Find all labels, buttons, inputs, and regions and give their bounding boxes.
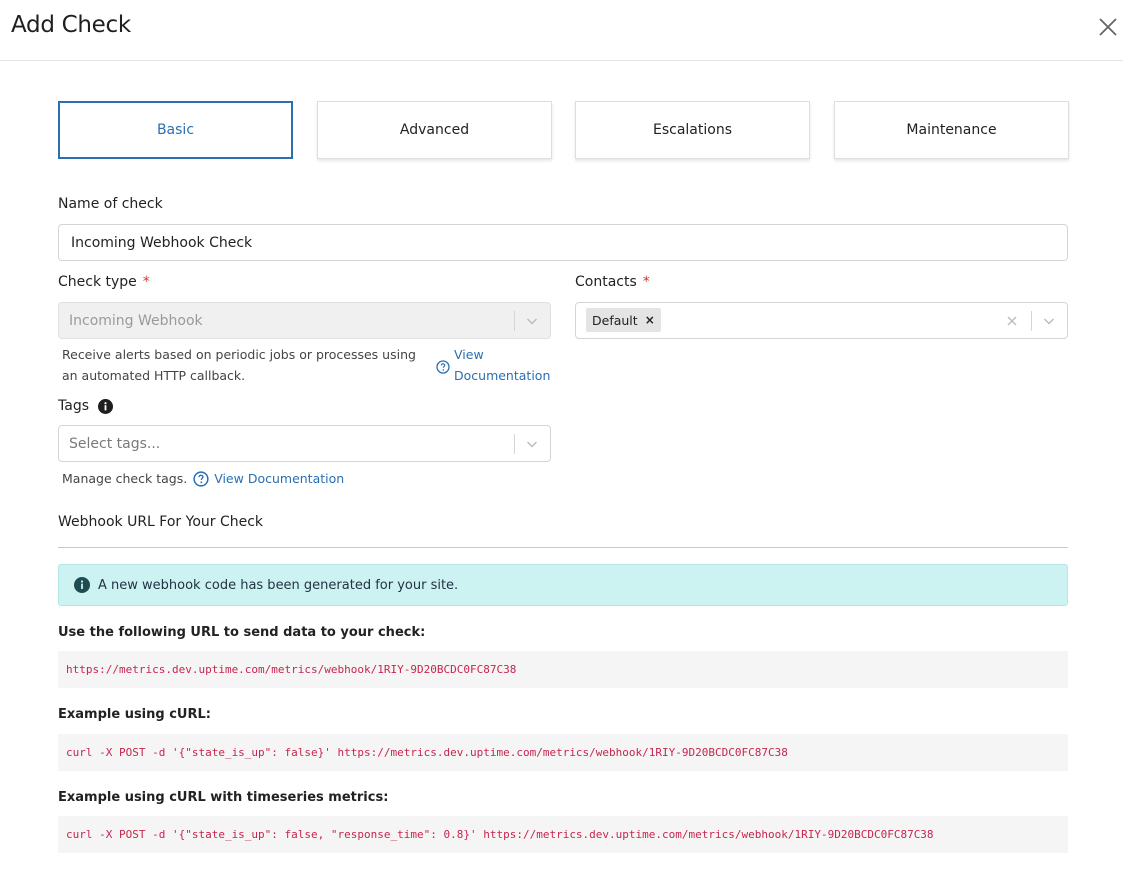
- tags-help: Manage check tags. View Documentation: [62, 468, 344, 489]
- chevron-down-icon: [1043, 318, 1055, 325]
- curl-ts-example-label: Example using cURL with timeseries metri…: [58, 790, 389, 805]
- dialog-header: Add Check: [0, 0, 1123, 61]
- tab-advanced[interactable]: Advanced: [317, 101, 552, 159]
- curl-ts-example-text: curl -X POST -d '{"state_is_up": false, …: [66, 828, 934, 841]
- tab-escalations-label: Escalations: [653, 122, 732, 138]
- check-type-label-text: Check type: [58, 274, 137, 290]
- tab-basic[interactable]: Basic: [58, 101, 293, 159]
- tab-maintenance[interactable]: Maintenance: [834, 101, 1069, 159]
- tab-advanced-label: Advanced: [399, 122, 470, 138]
- check-type-help-text: Receive alerts based on periodic jobs or…: [62, 347, 416, 383]
- name-of-check-value: Incoming Webhook Check: [71, 234, 253, 251]
- dialog-title: Add Check: [11, 12, 131, 38]
- name-of-check-input[interactable]: Incoming Webhook Check: [58, 224, 1068, 261]
- select-separator: [514, 434, 515, 454]
- question-circle-icon: [436, 356, 450, 375]
- tab-escalations[interactable]: Escalations: [575, 101, 810, 159]
- tags-label: Tags: [58, 398, 113, 414]
- contacts-label-text: Contacts: [575, 274, 637, 290]
- tags-label-text: Tags: [58, 398, 89, 414]
- info-icon: [98, 398, 113, 414]
- chevron-down-icon: [526, 318, 538, 325]
- clear-icon[interactable]: [1006, 315, 1018, 327]
- check-type-label: Check type *: [58, 274, 150, 290]
- curl-example-code[interactable]: curl -X POST -d '{"state_is_up": false}'…: [58, 734, 1068, 771]
- check-type-doc-link[interactable]: View Documentation: [454, 344, 550, 386]
- curl-example-text: curl -X POST -d '{"state_is_up": false}'…: [66, 746, 788, 759]
- contact-chip-label: Default: [592, 312, 638, 328]
- section-divider: [58, 547, 1068, 548]
- required-mark: *: [642, 274, 650, 290]
- doc-link-line2: Documentation: [454, 368, 551, 383]
- check-type-select[interactable]: Incoming Webhook: [58, 302, 551, 339]
- tab-maintenance-label: Maintenance: [906, 122, 997, 138]
- chip-remove-icon[interactable]: ×: [645, 313, 655, 327]
- contacts-label: Contacts *: [575, 274, 650, 290]
- webhook-section-title: Webhook URL For Your Check: [58, 514, 264, 530]
- webhook-url-text: https://metrics.dev.uptime.com/metrics/w…: [66, 663, 517, 676]
- tags-help-text: Manage check tags.: [62, 471, 188, 486]
- check-type-value: Incoming Webhook: [69, 312, 203, 329]
- tags-select[interactable]: Select tags...: [58, 425, 551, 462]
- chevron-down-icon: [526, 441, 538, 448]
- curl-ts-example-code[interactable]: curl -X POST -d '{"state_is_up": false, …: [58, 816, 1068, 853]
- select-separator: [514, 311, 515, 331]
- info-icon: [74, 577, 90, 593]
- select-separator: [1031, 311, 1032, 331]
- question-circle-icon: [193, 470, 209, 487]
- contact-chip-default: Default ×: [586, 308, 661, 332]
- tab-basic-label: Basic: [156, 122, 195, 138]
- close-icon: [1099, 18, 1117, 36]
- doc-link-line1: View: [454, 347, 484, 362]
- webhook-url-code[interactable]: https://metrics.dev.uptime.com/metrics/w…: [58, 651, 1068, 688]
- name-of-check-label: Name of check: [58, 196, 163, 212]
- curl-example-label: Example using cURL:: [58, 707, 211, 722]
- required-mark: *: [142, 274, 150, 290]
- tags-placeholder: Select tags...: [69, 435, 161, 452]
- alert-text: A new webhook code has been generated fo…: [98, 577, 459, 593]
- url-label: Use the following URL to send data to yo…: [58, 625, 426, 640]
- close-button[interactable]: [1096, 15, 1120, 39]
- tags-doc-link[interactable]: View Documentation: [214, 468, 344, 489]
- webhook-alert: A new webhook code has been generated fo…: [58, 564, 1068, 606]
